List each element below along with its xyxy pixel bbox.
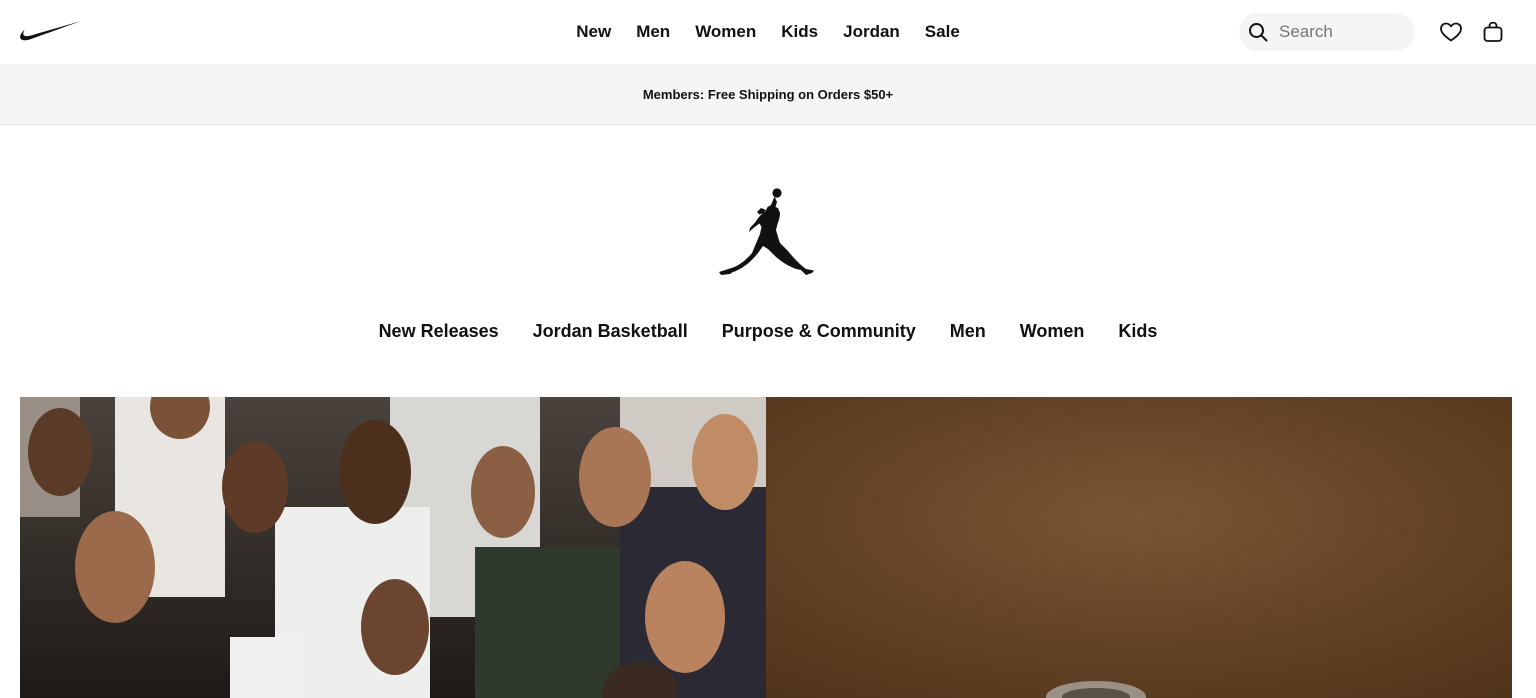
hero-image-sneaker[interactable] — [766, 397, 1512, 698]
nav-women[interactable]: Women — [683, 0, 769, 64]
promo-text[interactable]: Members: Free Shipping on Orders $50+ — [643, 87, 893, 102]
nav-jordan[interactable]: Jordan — [831, 0, 913, 64]
heart-icon[interactable] — [1439, 20, 1463, 44]
hero-image-group-photo[interactable] — [20, 397, 766, 698]
nike-swoosh-logo[interactable] — [19, 20, 81, 44]
subnav-men[interactable]: Men — [933, 321, 1003, 342]
jumpman-logo[interactable] — [716, 186, 816, 278]
nav-sale[interactable]: Sale — [912, 0, 972, 64]
bag-icon[interactable] — [1481, 20, 1505, 44]
nav-kids[interactable]: Kids — [769, 0, 831, 64]
subnav-women[interactable]: Women — [1003, 321, 1102, 342]
search-input[interactable] — [1279, 13, 1409, 51]
search-icon[interactable] — [1248, 22, 1268, 42]
subnav-jordan-basketball[interactable]: Jordan Basketball — [516, 321, 705, 342]
sneaker-photo-illustration — [766, 397, 1512, 698]
subnav-purpose-community[interactable]: Purpose & Community — [705, 321, 933, 342]
jordan-subnav: New Releases Jordan Basketball Purpose &… — [0, 311, 1536, 351]
group-photo-illustration — [20, 397, 766, 698]
search-box[interactable] — [1239, 13, 1415, 51]
subnav-kids[interactable]: Kids — [1101, 321, 1174, 342]
nav-men[interactable]: Men — [624, 0, 683, 64]
nav-new[interactable]: New — [564, 0, 624, 64]
subnav-new-releases[interactable]: New Releases — [362, 321, 516, 342]
top-navigation: New Men Women Kids Jordan Sale — [0, 0, 1536, 64]
promo-banner: Members: Free Shipping on Orders $50+ — [0, 64, 1536, 125]
